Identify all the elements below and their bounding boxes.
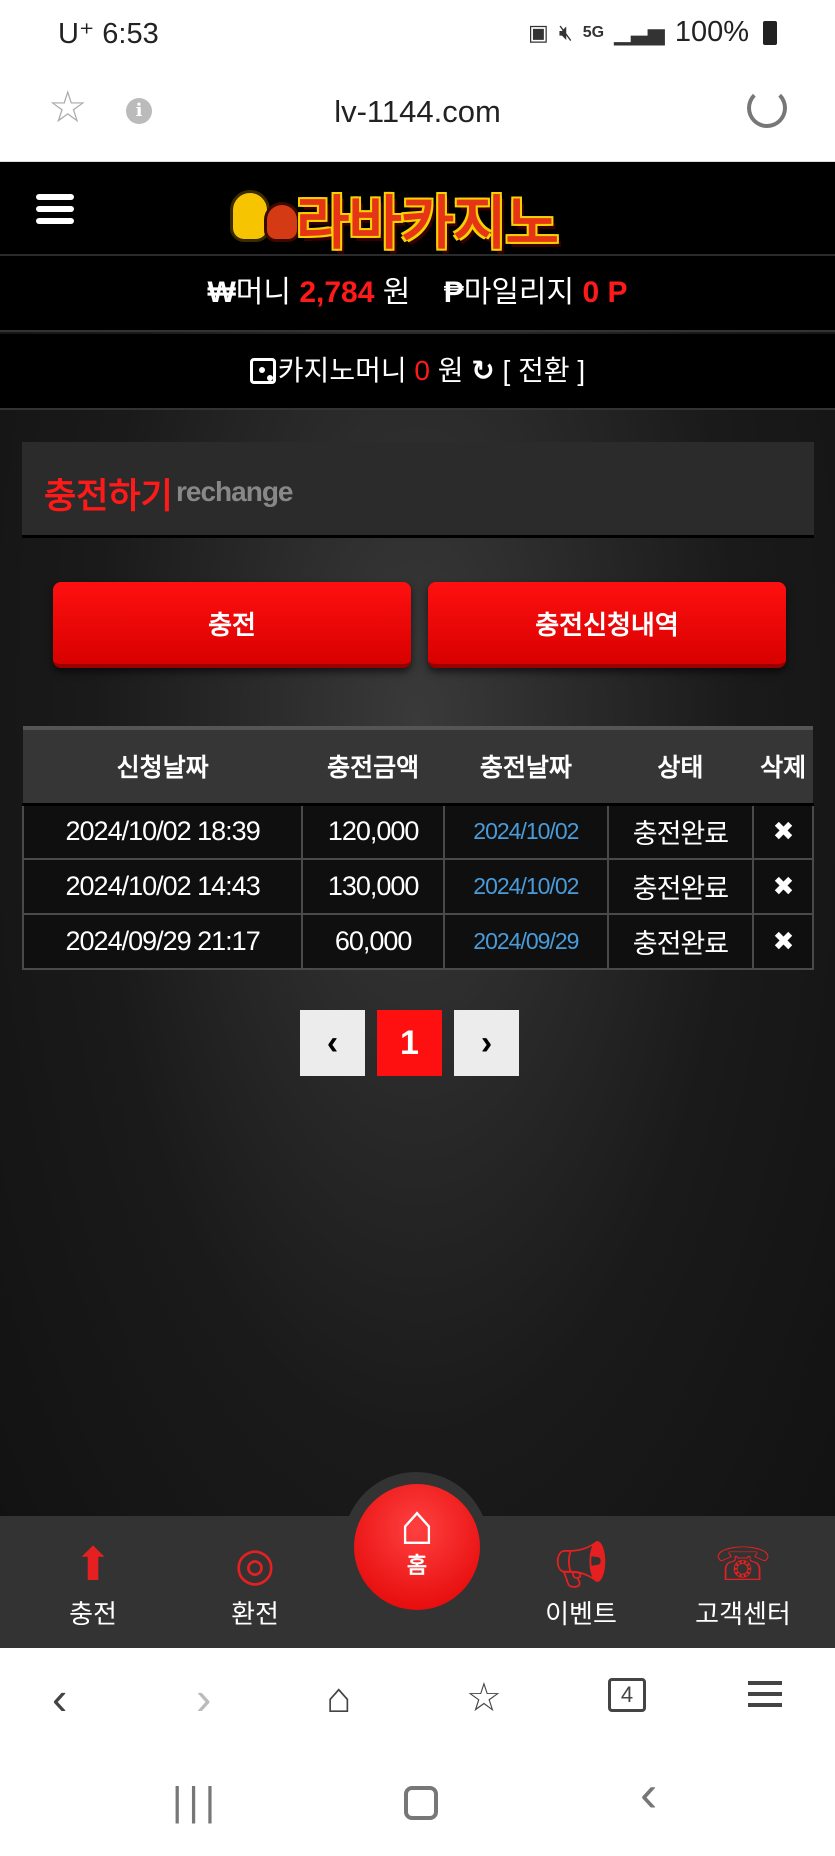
megaphone-icon: 📢︎: [551, 1538, 611, 1590]
balance-row: ₩머니 2,784 원 ₱마일리지 0 P: [0, 256, 835, 332]
signal-icon: ▁▃▅: [614, 19, 665, 45]
pagination: ‹ 1 ›: [300, 1010, 519, 1076]
casino-money-unit: 원: [437, 355, 464, 386]
convert-button[interactable]: [ 전환 ]: [503, 355, 586, 386]
url-text[interactable]: lv-1144.com: [0, 94, 835, 130]
nfc-icon: ▣: [528, 19, 549, 45]
home-label: 홈: [406, 1553, 428, 1578]
money-value: 2,784: [299, 276, 375, 309]
tabs-icon[interactable]: 4: [608, 1678, 646, 1712]
hamburger-menu-icon[interactable]: [36, 194, 74, 228]
request-date: 2024/10/02 14:43: [21, 858, 304, 915]
network-icon: 5G: [582, 23, 605, 41]
status: 충전완료: [606, 858, 755, 915]
status: 충전완료: [606, 803, 755, 860]
reload-icon[interactable]: [747, 88, 787, 128]
charge-button[interactable]: 충전: [53, 582, 411, 668]
table-row: 2024/10/02 14:43 130,000 2024/10/02 충전완료…: [21, 858, 814, 915]
col-status: 상태: [607, 726, 754, 806]
system-back-icon[interactable]: ‹: [640, 1768, 657, 1820]
charge-history-table: 신청날짜 충전금액 충전날짜 상태 삭제 2024/10/02 18:39 12…: [21, 726, 814, 970]
battery-icon: [763, 20, 777, 45]
dice-icon: [249, 358, 276, 384]
menu-icon[interactable]: [748, 1674, 782, 1714]
next-page-button[interactable]: ›: [454, 1010, 519, 1076]
charge-date: 2024/10/02: [443, 858, 609, 915]
status-icons: ▣ 🔇︎ 5G ▁▃▅ 100%: [528, 16, 777, 49]
system-home-icon[interactable]: [404, 1786, 438, 1820]
amount: 60,000: [301, 913, 445, 970]
request-date: 2024/10/02 18:39: [21, 803, 304, 860]
won-icon: ₩: [207, 276, 236, 309]
col-delete: 삭제: [753, 726, 813, 806]
bookmarks-icon[interactable]: ☆: [466, 1670, 502, 1726]
mascot-logo-icon: [226, 176, 304, 244]
nav-charge-label: 충전: [69, 1599, 117, 1629]
home-icon[interactable]: ⌂: [326, 1670, 351, 1726]
request-date: 2024/09/29 21:17: [21, 913, 304, 970]
recents-icon[interactable]: |||: [172, 1782, 221, 1822]
back-icon[interactable]: ‹: [52, 1670, 67, 1726]
charge-box-icon: ⬆: [73, 1538, 113, 1590]
logo-text: 라바카지노: [296, 189, 559, 257]
casino-money-value: 0: [414, 355, 430, 386]
charge-history-button[interactable]: 충전신청내역: [428, 582, 786, 668]
nav-support[interactable]: ☏ 고객센터: [678, 1534, 808, 1631]
system-nav-bar: ||| ‹: [0, 1752, 835, 1856]
table-row: 2024/10/02 18:39 120,000 2024/10/02 충전완료…: [21, 803, 814, 860]
address-bar: ☆ i lv-1144.com: [0, 66, 835, 162]
delete-icon[interactable]: ✖: [752, 913, 814, 970]
mute-icon: 🔇︎: [558, 19, 573, 45]
refresh-icon[interactable]: ↻: [471, 355, 494, 386]
delete-icon[interactable]: ✖: [752, 803, 814, 860]
status-bar: U⁺ 6:53 ▣ 🔇︎ 5G ▁▃▅ 100%: [0, 0, 835, 66]
amount: 130,000: [301, 858, 445, 915]
panel-title-text: 충전하기: [44, 477, 173, 516]
site-header: 라바카지노: [0, 162, 835, 257]
nav-exchange-label: 환전: [231, 1599, 279, 1629]
panel-title: 충전하기 rechange: [22, 442, 814, 538]
site-page: 라바카지노 ₩머니 2,784 원 ₱마일리지 0 P 카지노머니 0 원 ↻ …: [0, 162, 835, 1648]
prev-page-button[interactable]: ‹: [300, 1010, 365, 1076]
mileage-value: 0 P: [582, 276, 628, 309]
charge-date: 2024/09/29: [443, 913, 609, 970]
col-charge-date: 충전날짜: [444, 726, 608, 806]
delete-icon[interactable]: ✖: [752, 858, 814, 915]
forward-icon[interactable]: ›: [196, 1670, 211, 1726]
nav-event[interactable]: 📢︎ 이벤트: [516, 1534, 646, 1631]
money-unit: 원: [382, 276, 411, 309]
casino-money-row: 카지노머니 0 원 ↻ [ 전환 ]: [0, 334, 835, 410]
col-amount: 충전금액: [302, 726, 444, 806]
table-row: 2024/09/29 21:17 60,000 2024/09/29 충전완료 …: [21, 913, 814, 970]
status: 충전완료: [606, 913, 755, 970]
mileage-label: 마일리지: [463, 276, 575, 309]
panel-subtitle: rechange: [176, 476, 293, 507]
status-time: U⁺ 6:53: [58, 18, 159, 50]
amount: 120,000: [301, 803, 445, 860]
table-header-row: 신청날짜 충전금액 충전날짜 상태 삭제: [23, 726, 813, 806]
coins-hand-icon: ◎: [234, 1538, 276, 1590]
site-logo[interactable]: 라바카지노: [226, 174, 616, 257]
browser-toolbar: ‹ › ⌂ ☆ 4: [0, 1648, 835, 1752]
battery-percent: 100%: [674, 16, 749, 48]
nav-exchange[interactable]: ◎ 환전: [190, 1534, 320, 1631]
nav-support-label: 고객센터: [695, 1599, 791, 1629]
money-label: 머니: [235, 276, 291, 309]
nav-charge[interactable]: ⬆ 충전: [28, 1534, 158, 1631]
home-button[interactable]: ⌂ 홈: [354, 1484, 480, 1610]
casino-money-label: 카지노머니: [277, 355, 407, 386]
col-request-date: 신청날짜: [23, 726, 303, 806]
mileage-icon: ₱: [443, 276, 464, 309]
nav-event-label: 이벤트: [545, 1599, 617, 1629]
page-1-button[interactable]: 1: [377, 1010, 442, 1076]
phone-24-icon: ☏: [714, 1538, 772, 1590]
charge-date: 2024/10/02: [443, 803, 609, 860]
